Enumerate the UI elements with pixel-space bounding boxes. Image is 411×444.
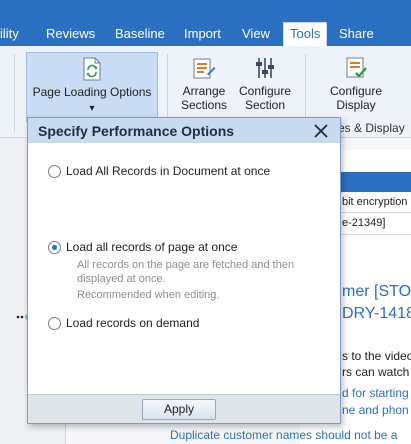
radio-load-on-demand[interactable] [48, 317, 61, 330]
arrange-sections-label-2: Sections [180, 98, 228, 112]
option-label-load-page[interactable]: Load all records of page at once [66, 240, 237, 254]
doc-link-text[interactable]: Duplicate customer names should not be a [170, 428, 397, 442]
option-description: displayed at once. [77, 273, 166, 285]
doc-link-text[interactable]: ne and phon [342, 403, 409, 417]
tab-import[interactable]: Import [184, 26, 221, 42]
tab-tools[interactable]: Tools [283, 22, 328, 46]
tab-baseline[interactable]: Baseline [115, 26, 165, 42]
dialog-title: Specify Performance Options [38, 123, 235, 139]
configure-section-label-1: Configure [238, 84, 292, 98]
tab-view[interactable]: View [242, 26, 270, 42]
doc-text-line: e-21349] [342, 217, 386, 229]
radio-load-page[interactable] [48, 241, 61, 254]
apply-button[interactable]: Apply [142, 399, 216, 420]
doc-heading: mer [STO [342, 283, 411, 300]
page-loading-options-label: Page Loading Options [32, 85, 152, 99]
configure-section-button[interactable]: Configure Section [236, 52, 294, 122]
performance-options-dialog: Specify Performance Options Load All Rec… [27, 117, 341, 424]
dialog-footer: Apply [28, 394, 340, 423]
close-icon[interactable] [311, 121, 331, 141]
option-label-load-all-document[interactable]: Load All Records in Document at once [66, 164, 270, 178]
page-refresh-icon [83, 57, 101, 81]
configure-display-button[interactable]: Configure Display [325, 52, 387, 122]
page-loading-options-button[interactable]: Page Loading Options ▾ [26, 52, 158, 122]
tab-share[interactable]: Share [339, 26, 374, 42]
tab-quality[interactable]: ility [0, 26, 19, 42]
doc-text-line: rs can watch [342, 365, 410, 379]
sliders-icon [256, 58, 274, 78]
ribbon-separator [14, 54, 15, 132]
doc-link-text[interactable]: d for starting [342, 386, 409, 400]
arrange-sections-label-1: Arrange [182, 84, 226, 98]
arrange-sections-icon [193, 58, 216, 79]
doc-text-line: s to the video [342, 349, 411, 363]
ribbon-tab-bar: ility Reviews Baseline Import View Tools… [0, 0, 411, 46]
option-label-load-on-demand[interactable]: Load records on demand [66, 316, 199, 330]
tab-reviews[interactable]: Reviews [46, 26, 95, 42]
configure-section-label-2: Section [244, 98, 286, 112]
configure-display-icon [346, 57, 367, 78]
radio-load-all-document[interactable] [48, 165, 61, 178]
configure-display-label-2: Display [336, 98, 376, 112]
doc-heading: DRY-1418 [342, 305, 411, 322]
doc-text-line: bit encryption [342, 196, 408, 208]
chevron-down-icon: ▾ [89, 103, 95, 114]
option-description: All records on the page are fetched and … [77, 259, 295, 271]
arrange-sections-button[interactable]: Arrange Sections [174, 52, 234, 122]
configure-display-label-1: Configure [329, 84, 383, 98]
option-description: Recommended when editing. [77, 289, 220, 301]
ribbon-group-label: es & Display [338, 121, 405, 135]
dialog-title-bar: Specify Performance Options [28, 118, 340, 143]
